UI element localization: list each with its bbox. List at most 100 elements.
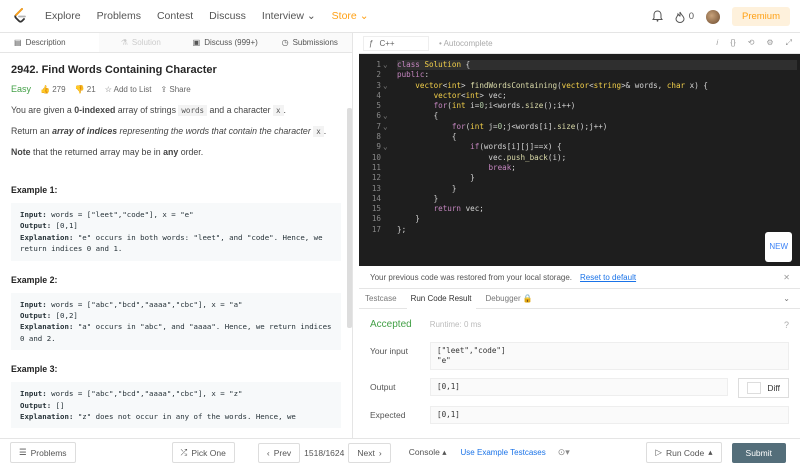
difficulty-badge: Easy (11, 84, 32, 94)
next-button[interactable]: Next › (348, 442, 391, 463)
dislike-button[interactable]: 👎 21 (75, 85, 96, 94)
nav-interview[interactable]: Interview ⌄ (262, 10, 316, 22)
output-label: Output (370, 382, 396, 392)
nav-problems[interactable]: Problems (97, 10, 141, 22)
help-icon[interactable]: ? (784, 320, 789, 330)
tab-label: Discuss (999+) (204, 38, 258, 47)
dot-icon: • (439, 38, 442, 48)
diff-toggle[interactable]: Diff (738, 378, 789, 398)
avatar[interactable] (705, 9, 720, 24)
console-button[interactable]: Console ▴ (409, 447, 447, 458)
text: that the returned array may be in (30, 147, 164, 157)
autocomplete-label: Autocomplete (443, 38, 493, 48)
accepted-status: Accepted (370, 319, 412, 330)
chevron-right-icon: › (378, 447, 382, 458)
explanation-label: Explanation: (20, 322, 74, 332)
bell-icon[interactable] (651, 9, 663, 24)
output-value: [] (51, 400, 65, 410)
input-value: words = ["leet","code"], x = "e" (46, 210, 194, 219)
expected-row: Expected [0,1] (370, 406, 789, 424)
chevron-down-icon: ⌄ (359, 10, 369, 22)
text-bold: Note (11, 147, 31, 157)
close-icon[interactable]: ✕ (783, 273, 790, 282)
text-bold: 0-indexed (74, 105, 116, 115)
fire-streak[interactable]: 0 (675, 11, 694, 23)
input-value: words = ["abc","bcd","aaaa","cbc"], x = … (46, 299, 243, 309)
desc-paragraph-1: You are given a 0-indexed array of strin… (11, 104, 341, 117)
tab-testcase[interactable]: Testcase (365, 294, 397, 303)
example-1-title: Example 1: (11, 185, 58, 195)
code-editor[interactable]: 1 2 3 4 5 6 7 8 9 10 11 12 13 14 15 16 17 ⌄ ⌄ ⌄ ⌄ ⌄ class So… (359, 54, 800, 266)
expected-label: Expected (370, 410, 406, 420)
problems-button[interactable]: ☰ Problems (10, 442, 76, 463)
diff-switch[interactable] (747, 382, 762, 394)
collapse-icon[interactable]: ⌄ (783, 294, 790, 303)
output-value: [0,1] (51, 221, 78, 231)
clock-icon: ◷ (281, 38, 289, 47)
premium-button[interactable]: Premium (731, 7, 790, 26)
pick-one-label: Pick One (191, 447, 226, 458)
next-label: Next (357, 447, 375, 458)
your-input-value: ["leet","code"] "e" (430, 342, 789, 370)
info-icon[interactable]: 𝑖 (716, 38, 718, 48)
explanation-value: "z" does not occur in any of the words. … (73, 412, 296, 422)
diff-label: Diff (767, 383, 780, 393)
output-label: Output: (20, 311, 52, 321)
language-label: C++ (379, 38, 395, 48)
caret-icon: ▴ (442, 447, 447, 457)
tab-run-code-result[interactable]: Run Code Result (406, 288, 476, 309)
desc-paragraph-2: Return an array of indices representing … (11, 125, 341, 138)
run-code-button[interactable]: ▷ Run Code ▴ (646, 442, 722, 463)
tab-solution[interactable]: ⚗ Solution (99, 33, 184, 52)
tab-submissions[interactable]: ◷ Submissions (268, 33, 353, 52)
document-icon: ▤ (14, 38, 22, 47)
expected-value: [0,1] (430, 406, 789, 424)
settings-icon[interactable]: ⚙ (766, 38, 773, 48)
nav-discuss[interactable]: Discuss (209, 10, 246, 22)
chevron-left-icon: ‹ (266, 447, 270, 458)
like-button[interactable]: 👍 279 (40, 85, 66, 94)
nav-contest[interactable]: Contest (157, 10, 193, 22)
help-icon[interactable]: ⊙▾ (558, 447, 570, 458)
list-icon: ☰ (19, 447, 27, 457)
autocomplete-toggle[interactable]: • Autocomplete (439, 39, 493, 48)
scrollbar[interactable] (347, 108, 352, 328)
example-2-box: Input: words = ["abc","bcd","aaaa","cbc"… (11, 292, 341, 351)
leetcode-logo-icon[interactable] (13, 8, 27, 24)
output-label: Output: (20, 400, 52, 410)
restored-message: Your previous code was restored from you… (370, 272, 573, 282)
text: . (283, 105, 286, 115)
result-status: Accepted Runtime: 0 ms ? (370, 319, 789, 330)
problems-label: Problems (30, 447, 67, 458)
nav-store[interactable]: Store ⌄ (332, 10, 369, 22)
problem-description: 2942. Find Words Containing Character Ea… (0, 53, 352, 438)
text-bold-italic: array of indices (52, 126, 118, 136)
text-italic: representing the words that contain the … (117, 126, 314, 136)
text: Return an (11, 126, 53, 136)
text: You are given a (11, 105, 75, 115)
braces-icon[interactable]: {} (730, 38, 735, 48)
language-select[interactable]: ƒ C++ (363, 35, 429, 51)
chevron-down-icon: ⌄ (306, 10, 316, 22)
reset-icon[interactable]: ⟲ (748, 38, 755, 48)
your-input-label: Your input (370, 346, 408, 356)
new-badge[interactable]: NEW (765, 232, 792, 263)
thumbs-down-icon: 👎 (74, 84, 85, 94)
tab-description[interactable]: ▤ Description (0, 33, 99, 52)
prev-button[interactable]: ‹ Prev (257, 442, 301, 463)
add-to-list-button[interactable]: ☆ Add to List (105, 85, 152, 94)
text: array of strings (115, 105, 179, 115)
tab-discuss[interactable]: ▣ Discuss (999+) (183, 33, 268, 52)
pick-one-button[interactable]: ⤮ Pick One (171, 442, 235, 463)
nav-explore[interactable]: Explore (45, 10, 81, 22)
tab-debugger[interactable]: Debugger 🔒 (486, 294, 533, 303)
submit-button[interactable]: Submit (731, 442, 786, 463)
fullscreen-icon[interactable]: ⤢ (786, 38, 792, 48)
reset-to-default-link[interactable]: Reset to default (580, 273, 636, 282)
example-1-box: Input: words = ["leet","code"], x = "e" … (11, 203, 341, 261)
left-tabs: ▤ Description ⚗ Solution ▣ Discuss (999+) ◷… (0, 33, 352, 53)
share-button[interactable]: ⇪ Share (160, 85, 190, 94)
use-example-testcases-link[interactable]: Use Example Testcases (461, 448, 546, 457)
editor-panel: ƒ C++ • Autocomplete 𝑖 {} ⟲ ⚙ ⤢ 123456789… (359, 33, 800, 438)
text: order. (178, 147, 204, 157)
